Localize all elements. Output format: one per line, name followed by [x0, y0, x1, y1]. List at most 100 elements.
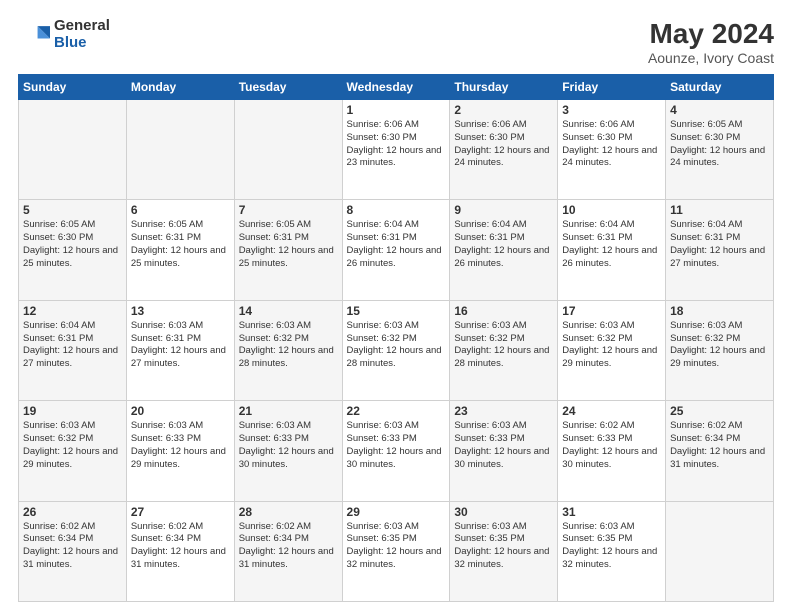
calendar-cell: 24 Sunrise: 6:02 AM Sunset: 6:33 PM Dayli…	[558, 401, 666, 501]
logo-icon	[18, 19, 50, 51]
day-info: Sunrise: 6:02 AM Sunset: 6:34 PM Dayligh…	[239, 521, 338, 572]
day-number: 5	[23, 203, 122, 217]
page: General Blue May 2024 Aounze, Ivory Coas…	[0, 0, 792, 612]
day-info: Sunrise: 6:04 AM Sunset: 6:31 PM Dayligh…	[347, 219, 446, 270]
day-info: Sunrise: 6:05 AM Sunset: 6:31 PM Dayligh…	[239, 219, 338, 270]
calendar-cell: 27Sunrise: 6:02 AM Sunset: 6:34 PM Dayli…	[126, 501, 234, 601]
day-info: Sunrise: 6:02 AM Sunset: 6:34 PM Dayligh…	[23, 521, 122, 572]
day-info: Sunrise: 6:03 AM Sunset: 6:32 PM Dayligh…	[239, 320, 338, 371]
weekday-header: Monday	[126, 75, 234, 100]
day-number: 18	[670, 304, 769, 318]
day-info: Sunrise: 6:02 AM Sunset: 6:33 PM Dayligh…	[562, 420, 661, 471]
day-info: Sunrise: 6:03 AM Sunset: 6:35 PM Dayligh…	[347, 521, 446, 572]
day-number: 8	[347, 203, 446, 217]
day-info: Sunrise: 6:05 AM Sunset: 6:30 PM Dayligh…	[23, 219, 122, 270]
day-info: Sunrise: 6:03 AM Sunset: 6:33 PM Dayligh…	[347, 420, 446, 471]
day-number: 22	[347, 404, 446, 418]
day-info: Sunrise: 6:05 AM Sunset: 6:31 PM Dayligh…	[131, 219, 230, 270]
header-row: SundayMondayTuesdayWednesdayThursdayFrid…	[19, 75, 774, 100]
weekday-header: Tuesday	[234, 75, 342, 100]
calendar-cell: 9 Sunrise: 6:04 AM Sunset: 6:31 PM Daylig…	[450, 200, 558, 300]
calendar-cell: 19Sunrise: 6:03 AM Sunset: 6:32 PM Dayli…	[19, 401, 127, 501]
day-info: Sunrise: 6:03 AM Sunset: 6:33 PM Dayligh…	[239, 420, 338, 471]
day-info: Sunrise: 6:03 AM Sunset: 6:32 PM Dayligh…	[347, 320, 446, 371]
day-number: 9	[454, 203, 553, 217]
calendar-cell: 21 Sunrise: 6:03 AM Sunset: 6:33 PM Dayli…	[234, 401, 342, 501]
day-info: Sunrise: 6:03 AM Sunset: 6:35 PM Dayligh…	[454, 521, 553, 572]
day-number: 24	[562, 404, 661, 418]
calendar-cell: 13Sunrise: 6:03 AM Sunset: 6:31 PM Dayli…	[126, 300, 234, 400]
calendar-cell: 29 Sunrise: 6:03 AM Sunset: 6:35 PM Dayli…	[342, 501, 450, 601]
logo-blue: Blue	[54, 35, 110, 52]
day-number: 23	[454, 404, 553, 418]
calendar-cell	[19, 100, 127, 200]
calendar-cell: 11 Sunrise: 6:04 AM Sunset: 6:31 PM Dayli…	[666, 200, 774, 300]
day-number: 11	[670, 203, 769, 217]
day-info: Sunrise: 6:06 AM Sunset: 6:30 PM Dayligh…	[562, 119, 661, 170]
calendar-cell: 20Sunrise: 6:03 AM Sunset: 6:33 PM Dayli…	[126, 401, 234, 501]
weekday-header: Wednesday	[342, 75, 450, 100]
calendar-cell: 15 Sunrise: 6:03 AM Sunset: 6:32 PM Dayli…	[342, 300, 450, 400]
calendar-cell: 4 Sunrise: 6:05 AM Sunset: 6:30 PM Daylig…	[666, 100, 774, 200]
day-number: 3	[562, 103, 661, 117]
title-block: May 2024 Aounze, Ivory Coast	[648, 18, 774, 66]
calendar-week-row: 1 Sunrise: 6:06 AM Sunset: 6:30 PM Daylig…	[19, 100, 774, 200]
location: Aounze, Ivory Coast	[648, 50, 774, 66]
day-info: Sunrise: 6:06 AM Sunset: 6:30 PM Dayligh…	[347, 119, 446, 170]
day-number: 6	[131, 203, 230, 217]
day-info: Sunrise: 6:03 AM Sunset: 6:33 PM Dayligh…	[454, 420, 553, 471]
calendar-cell: 7 Sunrise: 6:05 AM Sunset: 6:31 PM Daylig…	[234, 200, 342, 300]
day-number: 30	[454, 505, 553, 519]
day-number: 31	[562, 505, 661, 519]
day-number: 17	[562, 304, 661, 318]
day-info: Sunrise: 6:03 AM Sunset: 6:33 PM Dayligh…	[131, 420, 230, 471]
calendar-cell	[666, 501, 774, 601]
day-info: Sunrise: 6:03 AM Sunset: 6:32 PM Dayligh…	[23, 420, 122, 471]
day-number: 25	[670, 404, 769, 418]
calendar-cell: 26Sunrise: 6:02 AM Sunset: 6:34 PM Dayli…	[19, 501, 127, 601]
logo-text: General Blue	[54, 18, 110, 51]
weekday-header: Saturday	[666, 75, 774, 100]
calendar-cell	[126, 100, 234, 200]
calendar-cell: 17 Sunrise: 6:03 AM Sunset: 6:32 PM Dayli…	[558, 300, 666, 400]
day-number: 16	[454, 304, 553, 318]
calendar-week-row: 26Sunrise: 6:02 AM Sunset: 6:34 PM Dayli…	[19, 501, 774, 601]
day-number: 10	[562, 203, 661, 217]
calendar-cell: 3 Sunrise: 6:06 AM Sunset: 6:30 PM Daylig…	[558, 100, 666, 200]
day-number: 2	[454, 103, 553, 117]
calendar-cell: 30 Sunrise: 6:03 AM Sunset: 6:35 PM Dayli…	[450, 501, 558, 601]
day-number: 29	[347, 505, 446, 519]
calendar-cell: 12 Sunrise: 6:04 AM Sunset: 6:31 PM Dayli…	[19, 300, 127, 400]
day-info: Sunrise: 6:05 AM Sunset: 6:30 PM Dayligh…	[670, 119, 769, 170]
calendar-table: SundayMondayTuesdayWednesdayThursdayFrid…	[18, 74, 774, 602]
day-number: 15	[347, 304, 446, 318]
day-info: Sunrise: 6:04 AM Sunset: 6:31 PM Dayligh…	[670, 219, 769, 270]
calendar-cell: 23 Sunrise: 6:03 AM Sunset: 6:33 PM Dayli…	[450, 401, 558, 501]
day-number: 7	[239, 203, 338, 217]
day-number: 12	[23, 304, 122, 318]
day-info: Sunrise: 6:06 AM Sunset: 6:30 PM Dayligh…	[454, 119, 553, 170]
day-number: 14	[239, 304, 338, 318]
day-info: Sunrise: 6:02 AM Sunset: 6:34 PM Dayligh…	[131, 521, 230, 572]
day-info: Sunrise: 6:04 AM Sunset: 6:31 PM Dayligh…	[562, 219, 661, 270]
calendar-week-row: 19Sunrise: 6:03 AM Sunset: 6:32 PM Dayli…	[19, 401, 774, 501]
day-info: Sunrise: 6:04 AM Sunset: 6:31 PM Dayligh…	[23, 320, 122, 371]
day-number: 1	[347, 103, 446, 117]
calendar-cell: 2 Sunrise: 6:06 AM Sunset: 6:30 PM Daylig…	[450, 100, 558, 200]
calendar-cell: 1 Sunrise: 6:06 AM Sunset: 6:30 PM Daylig…	[342, 100, 450, 200]
header: General Blue May 2024 Aounze, Ivory Coas…	[18, 18, 774, 66]
logo-general: General	[54, 18, 110, 35]
day-number: 21	[239, 404, 338, 418]
calendar-cell: 14 Sunrise: 6:03 AM Sunset: 6:32 PM Dayli…	[234, 300, 342, 400]
calendar-cell: 18Sunrise: 6:03 AM Sunset: 6:32 PM Dayli…	[666, 300, 774, 400]
day-info: Sunrise: 6:04 AM Sunset: 6:31 PM Dayligh…	[454, 219, 553, 270]
day-number: 4	[670, 103, 769, 117]
calendar-cell: 25Sunrise: 6:02 AM Sunset: 6:34 PM Dayli…	[666, 401, 774, 501]
day-info: Sunrise: 6:03 AM Sunset: 6:31 PM Dayligh…	[131, 320, 230, 371]
calendar-week-row: 12 Sunrise: 6:04 AM Sunset: 6:31 PM Dayli…	[19, 300, 774, 400]
calendar-cell: 31Sunrise: 6:03 AM Sunset: 6:35 PM Dayli…	[558, 501, 666, 601]
day-info: Sunrise: 6:03 AM Sunset: 6:32 PM Dayligh…	[454, 320, 553, 371]
weekday-header: Sunday	[19, 75, 127, 100]
day-info: Sunrise: 6:03 AM Sunset: 6:32 PM Dayligh…	[562, 320, 661, 371]
day-number: 28	[239, 505, 338, 519]
